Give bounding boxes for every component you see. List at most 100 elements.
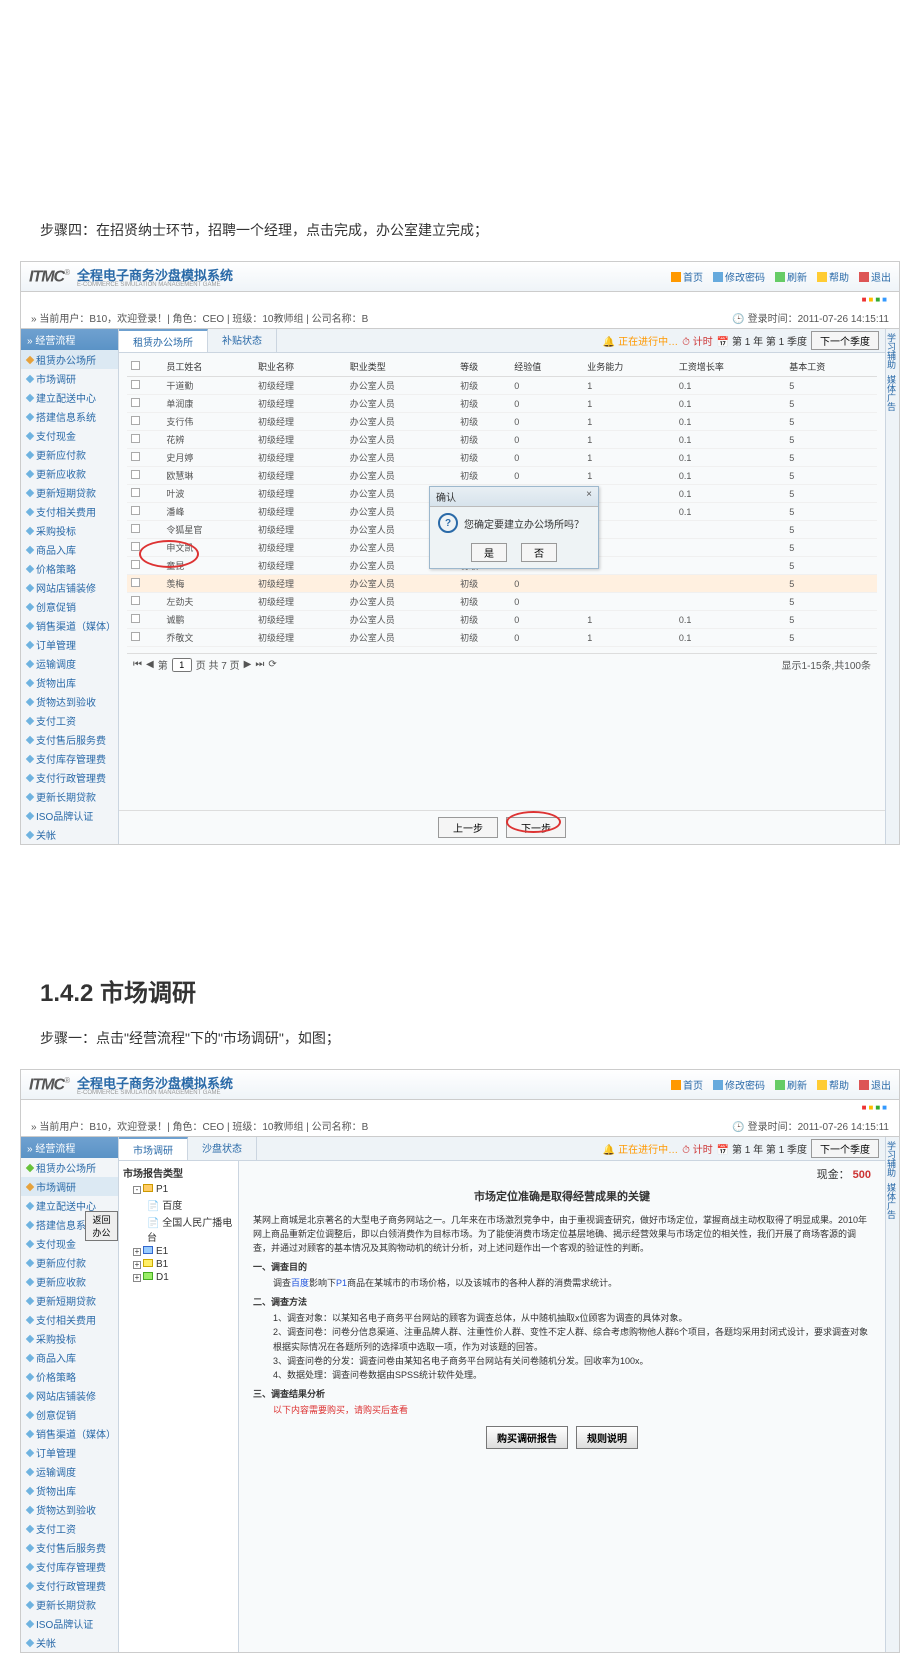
sidebar-item-16[interactable]: 运输调度 xyxy=(21,1462,118,1481)
table-row[interactable]: 单润康初级经理办公室人员初级010.15 xyxy=(127,395,877,413)
sidebar-item-12[interactable]: 网站店铺装修 xyxy=(21,578,118,597)
sidebar-item-18[interactable]: 货物达到验收 xyxy=(21,692,118,711)
sidebar-item-3[interactable]: 搭建信息系统 xyxy=(21,407,118,426)
rside-tab-media[interactable]: 媒体广告 xyxy=(887,1183,898,1219)
sidebar-item-7[interactable]: 更新短期贷款 xyxy=(21,483,118,502)
sidebar-item-13[interactable]: 创意促销 xyxy=(21,1405,118,1424)
sidebar-item-6[interactable]: 更新应收款 xyxy=(21,1272,118,1291)
prev-step-button[interactable]: 上一步 xyxy=(438,817,498,838)
sidebar-item-5[interactable]: 更新应付款 xyxy=(21,1253,118,1272)
change-password-link[interactable]: 修改密码 xyxy=(713,1077,765,1092)
sidebar-item-18[interactable]: 货物达到验收 xyxy=(21,1500,118,1519)
sidebar-item-10[interactable]: 商品入库 xyxy=(21,540,118,559)
sidebar-item-24[interactable]: ISO品牌认证 xyxy=(21,1614,118,1633)
pager-first-icon[interactable]: ⏮ xyxy=(133,659,142,670)
table-row[interactable]: 干道勤初级经理办公室人员初级010.15 xyxy=(127,377,877,395)
sidebar-item-12[interactable]: 网站店铺装修 xyxy=(21,1386,118,1405)
sidebar-item-19[interactable]: 支付工资 xyxy=(21,1519,118,1538)
p1-link[interactable]: P1 xyxy=(336,1278,347,1288)
table-row[interactable]: 左劲夫初级经理办公室人员初级05 xyxy=(127,593,877,611)
sidebar-item-21[interactable]: 支付库存管理费 xyxy=(21,1557,118,1576)
sidebar-item-9[interactable]: 采购投标 xyxy=(21,521,118,540)
tree-node-e1[interactable]: +E1 xyxy=(123,1245,234,1258)
buy-report-button[interactable]: 购买调研报告 xyxy=(486,1426,568,1449)
sidebar-item-22[interactable]: 支付行政管理费 xyxy=(21,1576,118,1595)
help-link[interactable]: 帮助 xyxy=(817,269,849,284)
table-row[interactable]: 诚鹏初级经理办公室人员初级010.15 xyxy=(127,611,877,629)
sidebar-item-14[interactable]: 销售渠道（媒体） xyxy=(21,616,118,635)
sidebar-item-19[interactable]: 支付工资 xyxy=(21,711,118,730)
table-row[interactable]: 史月婷初级经理办公室人员初级010.15 xyxy=(127,449,877,467)
sidebar-item-13[interactable]: 创意促销 xyxy=(21,597,118,616)
sidebar-item-25[interactable]: 关帐 xyxy=(21,1633,118,1652)
sidebar-item-9[interactable]: 采购投标 xyxy=(21,1329,118,1348)
sidebar-item-23[interactable]: 更新长期贷款 xyxy=(21,1595,118,1614)
tree-node-b1[interactable]: +B1 xyxy=(123,1258,234,1271)
tree-node-baidu[interactable]: 📄 百度 xyxy=(123,1196,234,1213)
sidebar-item-1[interactable]: 市场调研 xyxy=(21,369,118,388)
next-quarter-button[interactable]: 下一个季度 xyxy=(811,1139,879,1158)
sidebar-item-8[interactable]: 支付相关费用 xyxy=(21,1310,118,1329)
help-link[interactable]: 帮助 xyxy=(817,1077,849,1092)
rules-button[interactable]: 规则说明 xyxy=(576,1426,638,1449)
sidebar-item-0[interactable]: 租赁办公场所 xyxy=(21,1158,118,1177)
tab-rent-office[interactable]: 租赁办公场所 xyxy=(119,329,208,352)
sidebar-item-8[interactable]: 支付相关费用 xyxy=(21,502,118,521)
sidebar-item-10[interactable]: 商品入库 xyxy=(21,1348,118,1367)
pager-next-icon[interactable]: ▶ xyxy=(244,659,252,670)
tab-market-research[interactable]: 市场调研 xyxy=(119,1137,188,1160)
sidebar-item-25[interactable]: 关帐 xyxy=(21,825,118,844)
home-link[interactable]: 首页 xyxy=(671,1077,703,1092)
table-row[interactable]: 乔敬文初级经理办公室人员初级010.15 xyxy=(127,629,877,647)
tree-node-p1[interactable]: -P1 xyxy=(123,1183,234,1196)
pager-refresh-icon[interactable]: ⟳ xyxy=(268,659,276,670)
sidebar-item-23[interactable]: 更新长期贷款 xyxy=(21,787,118,806)
pager-last-icon[interactable]: ⏭ xyxy=(255,659,264,670)
exit-link[interactable]: 退出 xyxy=(859,269,891,284)
dialog-close-icon[interactable]: × xyxy=(586,489,592,504)
sidebar-item-21[interactable]: 支付库存管理费 xyxy=(21,749,118,768)
refresh-link[interactable]: 刷新 xyxy=(775,1077,807,1092)
tree-node-d1[interactable]: +D1 xyxy=(123,1271,234,1284)
tab-sandbox-status[interactable]: 沙盘状态 xyxy=(188,1137,257,1160)
back-office-button[interactable]: 返回办公 xyxy=(85,1211,118,1241)
sidebar-item-11[interactable]: 价格策略 xyxy=(21,559,118,578)
sidebar-item-7[interactable]: 更新短期贷款 xyxy=(21,1291,118,1310)
next-quarter-button[interactable]: 下一个季度 xyxy=(811,331,879,350)
table-row[interactable]: 花辨初级经理办公室人员初级010.15 xyxy=(127,431,877,449)
sidebar-item-4[interactable]: 支付现金 xyxy=(21,426,118,445)
sidebar-item-6[interactable]: 更新应收款 xyxy=(21,464,118,483)
sidebar-item-16[interactable]: 运输调度 xyxy=(21,654,118,673)
sidebar-item-2[interactable]: 建立配送中心 xyxy=(21,388,118,407)
sidebar-item-22[interactable]: 支付行政管理费 xyxy=(21,768,118,787)
dialog-yes-button[interactable]: 是 xyxy=(471,543,507,562)
tree-node-radio[interactable]: 📄 全国人民广播电台 xyxy=(123,1213,234,1245)
dialog-no-button[interactable]: 否 xyxy=(521,543,557,562)
tab-subsidy-status[interactable]: 补贴状态 xyxy=(208,329,277,352)
table-row[interactable]: 支行伟初级经理办公室人员初级010.15 xyxy=(127,413,877,431)
next-step-button[interactable]: 下一步 xyxy=(506,817,566,838)
baidu-link[interactable]: 百度 xyxy=(291,1278,309,1288)
sidebar-item-11[interactable]: 价格策略 xyxy=(21,1367,118,1386)
table-row[interactable]: 羡梅初级经理办公室人员初级05 xyxy=(127,575,877,593)
sidebar-item-14[interactable]: 销售渠道（媒体） xyxy=(21,1424,118,1443)
rside-tab-media[interactable]: 媒体广告 xyxy=(887,375,898,411)
sidebar-item-17[interactable]: 货物出库 xyxy=(21,673,118,692)
sidebar-item-0[interactable]: 租赁办公场所 xyxy=(21,350,118,369)
pager-page-input[interactable] xyxy=(172,658,192,672)
sidebar-item-24[interactable]: ISO品牌认证 xyxy=(21,806,118,825)
exit-link[interactable]: 退出 xyxy=(859,1077,891,1092)
pager-prev-icon[interactable]: ◀ xyxy=(146,659,154,670)
sidebar-item-5[interactable]: 更新应付款 xyxy=(21,445,118,464)
rside-tab-study[interactable]: 学习辅助 xyxy=(887,333,898,369)
sidebar-item-17[interactable]: 货物出库 xyxy=(21,1481,118,1500)
rside-tab-study[interactable]: 学习辅助 xyxy=(887,1141,898,1177)
sidebar-item-15[interactable]: 订单管理 xyxy=(21,635,118,654)
sidebar-item-1[interactable]: 市场调研 xyxy=(21,1177,118,1196)
table-row[interactable]: 欧慧琳初级经理办公室人员初级010.15 xyxy=(127,467,877,485)
sidebar-item-20[interactable]: 支付售后服务费 xyxy=(21,730,118,749)
refresh-link[interactable]: 刷新 xyxy=(775,269,807,284)
sidebar-item-15[interactable]: 订单管理 xyxy=(21,1443,118,1462)
home-link[interactable]: 首页 xyxy=(671,269,703,284)
sidebar-item-20[interactable]: 支付售后服务费 xyxy=(21,1538,118,1557)
